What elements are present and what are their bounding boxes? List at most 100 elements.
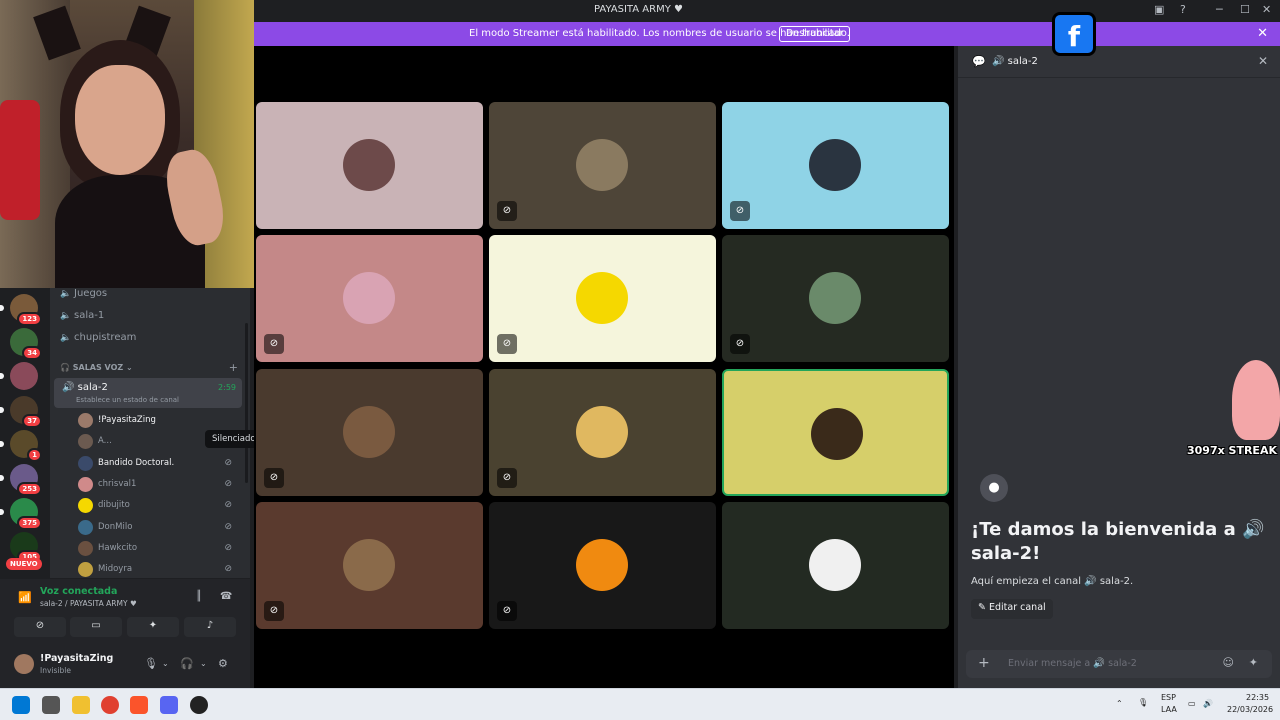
channel-juegos[interactable]: 🔈 Juegos: [60, 288, 107, 299]
channel-sala-1[interactable]: 🔈 sala-1: [60, 310, 104, 321]
server-icon[interactable]: 105: [10, 532, 42, 564]
participant-avatar: [343, 272, 395, 325]
participant-tile[interactable]: ⊘: [722, 235, 949, 363]
soundboard-button[interactable]: ♪: [184, 617, 236, 637]
microphone-icon[interactable]: 🎙: [1138, 698, 1148, 707]
channel-chupistream[interactable]: 🔈 chupistream: [60, 332, 136, 343]
video-grid: ⊘ ⊘ ⊘ ⊘ ⊘ ⊘ ⊘ ⊘ ⊘: [254, 46, 954, 688]
channel-name: Juegos: [74, 288, 108, 299]
help-icon[interactable]: ?: [1180, 3, 1186, 16]
participant-avatar: [343, 139, 395, 191]
participant-tile[interactable]: [722, 368, 949, 496]
server-icon[interactable]: [0, 362, 38, 390]
add-channel-icon[interactable]: +: [229, 361, 238, 374]
chat-channel-label: sala-2: [1007, 56, 1038, 67]
apps-icon[interactable]: ✦: [1249, 656, 1258, 669]
obs-icon[interactable]: [190, 696, 208, 714]
soundboard-icon: ♪: [206, 620, 214, 631]
mention-badge: 253: [17, 482, 42, 496]
muted-icon[interactable]: ⊘: [224, 543, 232, 553]
muted-icon[interactable]: ⊘: [224, 564, 232, 574]
chat-channel-name: 🔊 sala-2: [992, 56, 1038, 67]
voice-member[interactable]: !PayasitaZing: [78, 412, 238, 430]
brave-icon[interactable]: [130, 696, 148, 714]
server-icon[interactable]: 37: [0, 396, 42, 428]
streamer-mode-banner: El modo Streamer está habilitado. Los no…: [254, 22, 1280, 46]
voice-member[interactable]: DonMilo ⊘: [78, 519, 238, 537]
set-channel-status[interactable]: Establece un estado de canal: [76, 396, 179, 404]
avatar: [78, 476, 93, 492]
chevron-up-icon[interactable]: ⌃: [1116, 699, 1123, 708]
chevron-down-icon[interactable]: ⌄: [162, 659, 169, 668]
share-screen-button[interactable]: ▭: [70, 617, 122, 637]
username[interactable]: !PayasitaZing: [40, 653, 113, 664]
voice-member[interactable]: Hawkcito ⊘: [78, 540, 238, 558]
discord-icon[interactable]: [160, 696, 178, 714]
add-attachment-icon[interactable]: +: [978, 655, 990, 671]
server-icon[interactable]: 34: [10, 328, 42, 360]
server-icon[interactable]: 123: [0, 294, 42, 326]
task-view-icon[interactable]: [42, 696, 60, 714]
network-icon[interactable]: ▭: [1188, 699, 1196, 708]
maximize-button[interactable]: ☐: [1240, 3, 1250, 16]
app-root: PAYASITA ARMY ♥ ▣ ? ─ ☐ ✕ El modo Stream…: [0, 0, 1280, 720]
headphones-icon[interactable]: 🎧: [180, 657, 194, 670]
active-voice-channel[interactable]: 🔊 sala-2 2:59 Establece un estado de can…: [54, 378, 242, 408]
participant-tile[interactable]: ⊘: [489, 235, 716, 363]
screen-share-icon[interactable]: ▣: [1154, 3, 1164, 16]
activities-button[interactable]: ✦: [127, 617, 179, 637]
disconnect-icon[interactable]: ☎: [220, 591, 232, 602]
close-window-button[interactable]: ✕: [1262, 3, 1271, 16]
member-name: DonMilo: [98, 521, 133, 532]
message-input[interactable]: + Enviar mensaje a 🔊 sala-2 ☺ ✦: [966, 650, 1272, 678]
video-button[interactable]: ⊘: [14, 617, 66, 637]
minimize-button[interactable]: ─: [1216, 3, 1223, 16]
participant-tile[interactable]: ⊘: [722, 102, 949, 229]
emoji-icon[interactable]: ☺: [1223, 656, 1234, 669]
noise-suppression-icon[interactable]: ║: [196, 591, 202, 602]
gear-icon[interactable]: ⚙: [218, 657, 228, 670]
chrome-icon[interactable]: [101, 696, 119, 714]
disable-streamer-button[interactable]: Deshabilitar: [779, 26, 851, 42]
voice-location[interactable]: sala-2 / PAYASITA ARMY ♥: [40, 599, 137, 608]
close-icon[interactable]: ✕: [1258, 54, 1268, 68]
scrollbar[interactable]: [245, 323, 248, 483]
windows-start-icon[interactable]: [12, 696, 30, 714]
file-explorer-icon[interactable]: [72, 696, 90, 714]
participant-tile[interactable]: ⊘: [256, 235, 483, 363]
muted-icon[interactable]: ⊘: [224, 522, 232, 532]
participant-tile[interactable]: ⊘: [256, 501, 483, 629]
mention-badge: 123: [17, 312, 42, 326]
voice-member[interactable]: dibujito ⊘: [78, 497, 238, 515]
muted-icon[interactable]: ⊘: [224, 500, 232, 510]
participant-tile[interactable]: [256, 102, 483, 229]
server-icon[interactable]: 375: [0, 498, 42, 530]
muted-icon[interactable]: ⊘: [224, 458, 232, 468]
voice-member[interactable]: Midoyra ⊘: [78, 561, 238, 578]
microphone-icon[interactable]: 🎙: [144, 657, 158, 670]
edit-channel-button[interactable]: ✎ Editar canal: [971, 599, 1053, 619]
speaker-icon: 🔈: [60, 333, 72, 343]
clock-time[interactable]: 22:35: [1246, 693, 1269, 702]
participant-tile[interactable]: ⊘: [489, 501, 716, 629]
banner-close-icon[interactable]: ✕: [1257, 26, 1268, 41]
server-icon[interactable]: 253: [0, 464, 42, 496]
participant-tile[interactable]: ⊘: [256, 368, 483, 496]
language-indicator[interactable]: ESP: [1161, 693, 1176, 702]
participant-tile[interactable]: ⊘: [489, 368, 716, 496]
participant-avatar: [809, 139, 861, 191]
participant-tile[interactable]: [722, 501, 949, 629]
signal-icon[interactable]: 📶: [18, 591, 32, 604]
avatar[interactable]: [14, 654, 34, 674]
facebook-logo: f: [1052, 12, 1096, 56]
volume-icon[interactable]: 🔊: [1203, 699, 1213, 708]
voice-member[interactable]: chrisval1 ⊘: [78, 476, 238, 494]
chevron-down-icon[interactable]: ⌄: [200, 659, 207, 668]
user-panel: !PayasitaZing Invisible 🎙 ⌄ 🎧 ⌄ ⚙: [0, 644, 250, 688]
category-header[interactable]: 🎧 SALAS VOZ ⌄: [60, 363, 133, 372]
muted-icon[interactable]: ⊘: [224, 479, 232, 489]
participant-tile[interactable]: ⊘: [489, 102, 716, 229]
new-badge[interactable]: NUEVO: [6, 558, 42, 570]
voice-member[interactable]: Bandido Doctoral. ⊘: [78, 455, 238, 473]
server-icon[interactable]: 1: [0, 430, 42, 462]
